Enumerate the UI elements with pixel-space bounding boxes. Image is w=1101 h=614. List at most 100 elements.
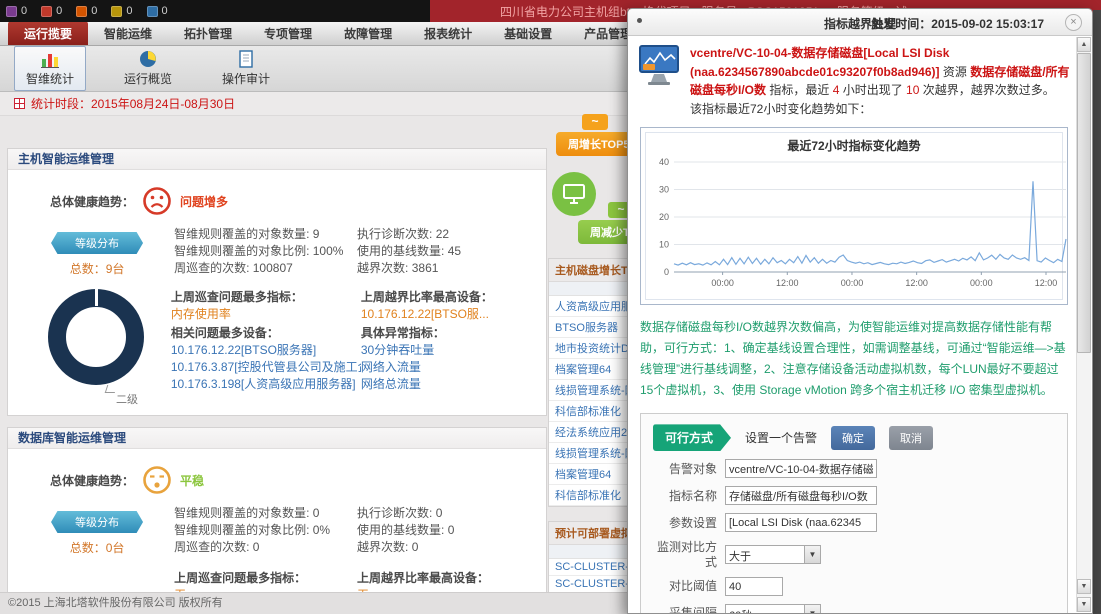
svg-text:10: 10	[659, 240, 669, 250]
metric-link[interactable]: 网络总流量	[361, 376, 540, 393]
toolbar-btn-zhiwei-stats[interactable]: 智维统计	[14, 46, 86, 91]
dialog-scrollbar[interactable]: ▲ ▼ ▼	[1076, 37, 1091, 612]
chart-title: 最近72小时指标变化趋势	[646, 137, 1062, 154]
field-label: 指标名称	[653, 489, 717, 503]
q-value-orange[interactable]: 10.176.12.22[BTSO服...	[361, 306, 540, 323]
stat-period-text: 统计时段：2015年08月24日-08月30日	[31, 95, 235, 112]
stat-line: 智维规则覆盖的对象比例: 100%	[174, 243, 357, 260]
tab-6[interactable]: 报表统计	[408, 21, 488, 45]
tab-2[interactable]: 智能运维	[88, 21, 168, 45]
alarm-counter-minor[interactable]: 0	[76, 5, 97, 17]
device-link[interactable]: 10.176.12.22[BTSO服务器]	[171, 342, 361, 359]
svg-text:12:00: 12:00	[905, 278, 928, 288]
stat-line: 智维规则覆盖的对象数量: 9	[174, 226, 357, 243]
alarm-counter-warning[interactable]: 0	[111, 5, 132, 17]
stat-line: 智维规则覆盖的对象数量: 0	[174, 505, 357, 522]
stat-line: 越界次数: 3861	[357, 260, 540, 277]
svg-text:40: 40	[659, 157, 669, 167]
close-icon[interactable]: ×	[1065, 14, 1082, 31]
metric-name-input[interactable]	[725, 486, 877, 505]
svg-text:0: 0	[664, 267, 669, 277]
stat-line: 周巡查的次数: 100807	[174, 260, 357, 277]
trend-status: 问题增多	[180, 193, 228, 210]
neutral-face-icon	[142, 465, 172, 495]
field-label: 监测对比方式	[653, 540, 717, 569]
q-label: 上周巡查问题最多指标：	[171, 289, 361, 306]
alarm-square-icon	[111, 6, 122, 17]
svg-text:20: 20	[659, 212, 669, 222]
alarm-square-icon	[76, 6, 87, 17]
alarm-count: 0	[56, 5, 62, 17]
chevron-down-icon: ▼	[804, 546, 820, 563]
host-monitor-icon	[552, 172, 596, 216]
tab-1[interactable]: 运行揽要	[8, 21, 88, 45]
interval-select[interactable]: 60秒▼	[725, 604, 821, 613]
stat-line: 执行诊断次数: 0	[357, 505, 540, 522]
toolbar-btn-label: 智维统计	[26, 70, 74, 87]
field-label: 采集间隔	[653, 606, 717, 613]
section-title: 主机智能运维管理	[8, 149, 546, 170]
document-icon	[236, 50, 256, 68]
svg-text:00:00: 00:00	[970, 278, 993, 288]
tab-3[interactable]: 拓扑管理	[168, 21, 248, 45]
scroll-down-icon[interactable]: ▼	[1077, 579, 1091, 594]
alarm-counters: 0 0 0 0 0	[0, 0, 430, 22]
advice-text: 数据存储磁盘每秒I/O数越界次数偏高，为使智能运维对提高数据存储性能有帮助，可行…	[640, 317, 1066, 401]
chevron-down-icon: ▼	[804, 605, 820, 613]
field-label: 对比阈值	[653, 579, 717, 593]
field-label: 参数设置	[653, 516, 717, 530]
q-label: 上周越界比率最高设备：	[361, 289, 540, 306]
cancel-button[interactable]: 取消	[889, 426, 933, 450]
level-badge[interactable]: 等级分布	[51, 232, 143, 254]
compare-method-select[interactable]: 大于▼	[725, 545, 821, 564]
total-count: 总数：0台	[20, 539, 174, 556]
stats-column-b: 执行诊断次数: 0使用的基线数量: 0越界次数: 0	[357, 505, 540, 556]
metric-link[interactable]: 网络入流量	[361, 359, 540, 376]
stat-line: 周巡查的次数: 0	[174, 539, 357, 556]
metric-link[interactable]: 30分钟吞吐量	[361, 342, 540, 359]
toolbar-btn-label: 操作审计	[222, 70, 270, 87]
toolbar-btn-run-overview[interactable]: 运行概览	[112, 46, 184, 91]
scroll-down-icon[interactable]: ▼	[1077, 597, 1091, 612]
parameter-input[interactable]	[725, 513, 877, 532]
level-donut-chart: 二级	[20, 287, 171, 407]
alert-target-input[interactable]	[725, 459, 877, 478]
metric-links: 30分钟吞吐量网络入流量网络总流量	[361, 342, 540, 393]
alarm-counter-critical[interactable]: 0	[6, 5, 27, 17]
total-count: 总数：9台	[20, 260, 174, 277]
alarm-square-icon	[6, 6, 17, 17]
trend-intro-line: 该指标最近72小时变化趋势如下：	[690, 100, 1070, 119]
confirm-button[interactable]: 确定	[831, 426, 875, 450]
alert-message: vcentre/VC-10-04-数据存储磁盘[Local LSI Disk (…	[690, 44, 1070, 118]
alarm-counter-info[interactable]: 0	[147, 5, 168, 17]
stat-line: 使用的基线数量: 45	[357, 243, 540, 260]
device-link[interactable]: 10.176.3.198[人资高级应用服务器]	[171, 376, 361, 393]
alarm-counter-major[interactable]: 0	[41, 5, 62, 17]
alarm-square-icon	[41, 6, 52, 17]
stat-line: 智维规则覆盖的对象比例: 0%	[174, 522, 357, 539]
tab-7[interactable]: 基础设置	[488, 21, 568, 45]
svg-text:12:00: 12:00	[776, 278, 799, 288]
scroll-up-icon[interactable]: ▲	[1077, 37, 1091, 52]
stats-column-b: 执行诊断次数: 22使用的基线数量: 45越界次数: 3861	[357, 226, 540, 277]
q-label: 具体异常指标：	[361, 325, 540, 342]
q-value-orange[interactable]: 内存使用率	[171, 306, 361, 323]
app-window: 00000 四川省电力公司主机组btso换代项目 - 服务号 <PSC15012…	[0, 0, 1101, 614]
feasible-way-badge: 可行方式	[653, 424, 731, 451]
calendar-grid-icon	[14, 98, 25, 109]
dialog-body: vcentre/VC-10-04-数据存储磁盘[Local LSI Disk (…	[628, 36, 1076, 613]
scrollbar-thumb[interactable]	[1077, 53, 1091, 353]
alarm-count: 0	[126, 5, 132, 17]
toolbar-btn-label: 运行概览	[124, 70, 172, 87]
left-panel: 主机智能运维管理 总体健康趋势： 问题增多 等级分布 总数：9台	[7, 148, 547, 614]
level-badge[interactable]: 等级分布	[51, 511, 143, 533]
tab-4[interactable]: 专项管理	[248, 21, 328, 45]
alert-setup-form: 可行方式 设置一个告警 确定 取消 告警对象 指标名称 参数设置	[640, 413, 1068, 613]
svg-text:12:00: 12:00	[1035, 278, 1058, 288]
threshold-input[interactable]	[725, 577, 783, 596]
device-link[interactable]: 10.176.3.87[控股代管县公司及施工企业安...	[171, 359, 361, 376]
host-ops-section: 主机智能运维管理 总体健康趋势： 问题增多 等级分布 总数：9台	[7, 148, 547, 416]
tab-5[interactable]: 故障管理	[328, 21, 408, 45]
svg-text:00:00: 00:00	[841, 278, 864, 288]
toolbar-btn-audit[interactable]: 操作审计	[210, 46, 282, 91]
